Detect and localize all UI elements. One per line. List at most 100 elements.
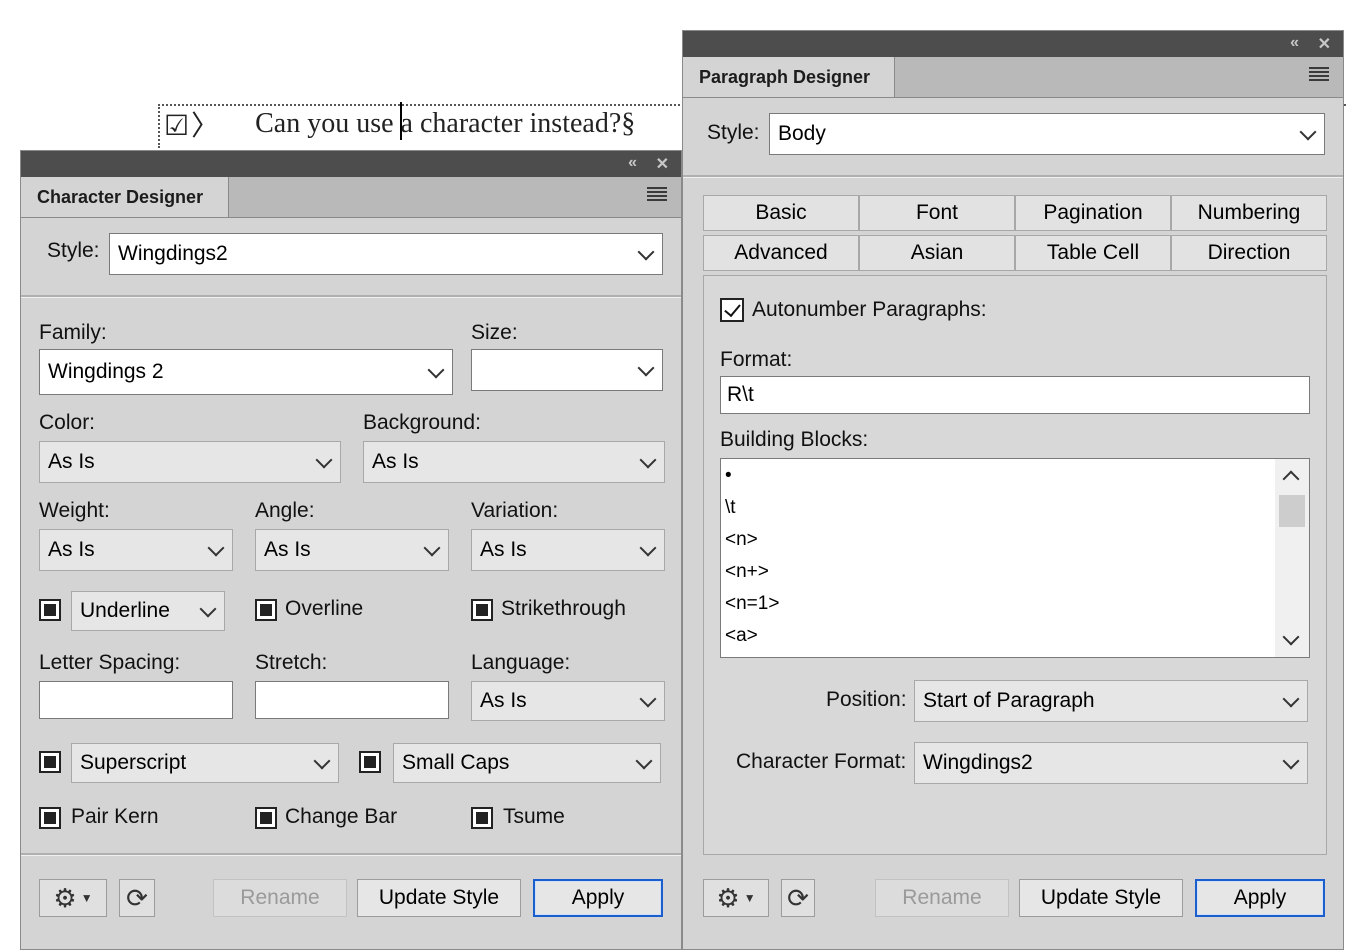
divider [21,295,681,298]
underline-checkbox[interactable] [39,599,61,621]
angle-select[interactable]: As Is [255,529,449,571]
underline-select[interactable]: Underline [71,591,225,631]
chevron-down-icon [639,539,657,557]
list-item[interactable]: <n> [725,529,758,551]
family-select[interactable]: Wingdings 2 [39,349,453,395]
variation-select[interactable]: As Is [471,529,665,571]
tsume-label[interactable]: Tsume [503,805,565,829]
apply-button[interactable]: Apply [533,879,663,917]
list-item[interactable]: <a> [725,625,758,647]
letter-spacing-input[interactable] [39,681,233,719]
chevron-down-icon [423,539,441,557]
divider [21,853,681,856]
building-blocks-list[interactable]: • \t <n> <n+> <n=1> <a> [720,458,1310,658]
tab-table-cell[interactable]: Table Cell [1015,235,1171,271]
rename-button[interactable]: Rename [875,879,1009,917]
angle-value: As Is [264,538,311,561]
tab-advanced[interactable]: Advanced [703,235,859,271]
position-select[interactable]: Start of Paragraph [914,680,1308,722]
gear-icon: ⚙ [716,882,740,913]
small-caps-checkbox[interactable] [359,751,381,773]
panel-menu-icon[interactable] [1309,67,1329,81]
update-style-button[interactable]: Update Style [1019,879,1183,917]
style-select[interactable]: Body [769,113,1325,155]
change-bar-label[interactable]: Change Bar [285,805,397,829]
autonumber-label[interactable]: Autonumber Paragraphs: [752,298,987,322]
collapse-icon[interactable]: « [1290,34,1299,52]
tab-asian[interactable]: Asian [859,235,1015,271]
tab-font[interactable]: Font [859,195,1015,231]
weight-value: As Is [48,538,95,561]
overline-label[interactable]: Overline [285,597,363,621]
list-item[interactable]: <n+> [725,561,769,583]
update-style-button[interactable]: Update Style [357,879,521,917]
tab-pagination[interactable]: Pagination [1015,195,1171,231]
background-label: Background: [363,411,481,434]
tsume-checkbox[interactable] [471,807,493,829]
list-item[interactable]: <n=1> [725,593,779,615]
close-icon[interactable]: ✕ [1318,34,1331,54]
variation-value: As Is [480,538,527,561]
superscript-select[interactable]: Superscript [71,743,339,783]
scrollbar[interactable] [1275,459,1309,657]
chevron-down-icon [427,361,445,379]
gear-icon: ⚙ [53,882,77,913]
angle-label: Angle: [255,499,315,522]
rename-button[interactable]: Rename [213,879,347,917]
pair-kern-label[interactable]: Pair Kern [71,805,159,829]
scroll-down-icon[interactable] [1282,628,1300,646]
color-label: Color: [39,411,96,434]
character-format-value: Wingdings2 [923,751,1033,774]
color-value: As Is [48,450,95,473]
close-icon[interactable]: ✕ [656,154,669,174]
stretch-input[interactable] [255,681,449,719]
background-select[interactable]: As Is [363,441,665,483]
superscript-checkbox[interactable] [39,751,61,773]
tab-basic[interactable]: Basic [703,195,859,231]
chevron-down-icon [207,539,225,557]
chevron-down-icon [639,690,657,708]
divider [683,175,1343,178]
refresh-button[interactable]: ⟳ [119,879,155,917]
tab-direction[interactable]: Direction [1171,235,1327,271]
weight-select[interactable]: As Is [39,529,233,571]
list-item[interactable]: • [725,465,732,487]
format-input[interactable]: R\t [720,376,1310,414]
refresh-icon: ⟳ [126,882,148,913]
style-select[interactable]: Wingdings2 [109,233,663,275]
change-bar-checkbox[interactable] [255,807,277,829]
chevron-down-icon [637,243,655,261]
autonumber-checkbox[interactable] [720,298,744,322]
size-select[interactable] [471,349,663,391]
refresh-button[interactable]: ⟳ [781,879,815,917]
panel-menu-icon[interactable] [647,187,667,201]
gear-menu-button[interactable]: ⚙ ▼ [703,879,769,917]
scroll-up-icon[interactable] [1282,470,1300,488]
chevron-down-icon [635,752,653,770]
scroll-thumb[interactable] [1279,495,1305,527]
character-format-select[interactable]: Wingdings2 [914,742,1308,784]
tab-numbering[interactable]: Numbering [1171,195,1327,231]
apply-button[interactable]: Apply [1195,879,1325,917]
strikethrough-label[interactable]: Strikethrough [501,597,626,621]
chevron-down-icon [1282,690,1300,708]
chevron-down-icon [199,600,217,618]
strikethrough-checkbox[interactable] [471,599,493,621]
text-cursor [400,102,402,140]
small-caps-select[interactable]: Small Caps [393,743,661,783]
chevron-down-icon [1299,123,1317,141]
tab-character-designer[interactable]: Character Designer [21,177,229,217]
overline-checkbox[interactable] [255,599,277,621]
variation-label: Variation: [471,499,559,522]
pair-kern-checkbox[interactable] [39,807,61,829]
gear-menu-button[interactable]: ⚙ ▼ [39,879,107,917]
color-select[interactable]: As Is [39,441,341,483]
list-item[interactable]: \t [725,497,736,519]
language-select[interactable]: As Is [471,681,665,721]
style-label: Style: [707,121,760,144]
size-label: Size: [471,321,518,344]
format-label: Format: [720,348,793,371]
style-value: Body [778,122,826,145]
collapse-icon[interactable]: « [628,154,637,172]
tab-paragraph-designer[interactable]: Paragraph Designer [683,57,895,97]
